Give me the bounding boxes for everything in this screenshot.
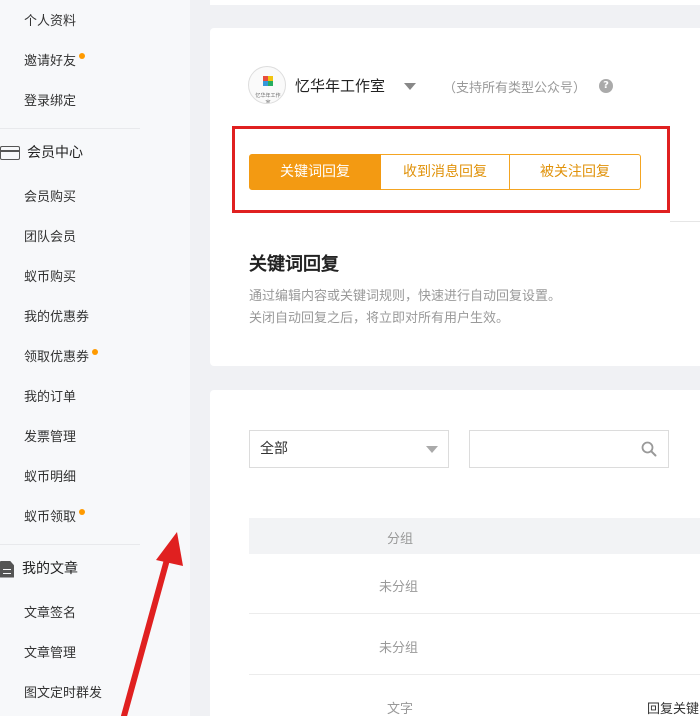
sidebar-item-my-orders[interactable]: 我的订单 <box>24 388 76 408</box>
sidebar-item-coin-claim[interactable]: 蚁币领取 <box>24 508 86 528</box>
sidebar-item-coin-purchase[interactable]: 蚁币购买 <box>24 268 76 288</box>
keyword-rules-panel: 全部 分组 未分组 未分组 文字 回复关键 <box>210 390 700 716</box>
search-input[interactable] <box>469 430 669 468</box>
sidebar-item-claim-coupons[interactable]: 领取优惠券 <box>24 348 99 368</box>
help-icon[interactable]: ? <box>599 79 613 93</box>
account-name[interactable]: 忆华年工作室 <box>295 75 385 96</box>
document-icon <box>0 560 14 578</box>
tab-message-reply[interactable]: 收到消息回复 <box>381 154 510 190</box>
sidebar-item-profile[interactable]: 个人资料 <box>24 12 76 32</box>
sidebar-item-invite-friends[interactable]: 邀请好友 <box>24 52 86 72</box>
sidebar-item-article-management[interactable]: 文章管理 <box>24 644 76 664</box>
top-panel-edge <box>210 0 700 5</box>
sidebar-divider <box>0 544 140 545</box>
notification-dot <box>79 509 86 515</box>
search-icon[interactable] <box>641 441 657 457</box>
cell-group: 未分组 <box>379 580 419 595</box>
card-icon <box>0 146 20 160</box>
tab-keyword-reply[interactable]: 关键词回复 <box>249 154 381 190</box>
cell-group: 未分组 <box>379 641 419 656</box>
table-row[interactable]: 文字 回复关键 <box>249 676 700 716</box>
sidebar: 个人资料 邀请好友 登录绑定 会员中心 会员购买 团队会员 蚁币购买 我的优惠券… <box>0 0 190 716</box>
table-row[interactable]: 未分组 <box>249 554 700 614</box>
sidebar-item-scheduled-broadcast[interactable]: 图文定时群发 <box>24 684 102 704</box>
account-avatar[interactable]: 忆华年工作室 <box>248 66 286 104</box>
tab-follow-reply[interactable]: 被关注回复 <box>510 154 641 190</box>
sidebar-item-my-coupons[interactable]: 我的优惠券 <box>24 308 89 328</box>
sidebar-section-my-articles[interactable]: 我的文章 <box>0 558 78 580</box>
section-description-line1: 通过编辑内容或关键词规则，快速进行自动回复设置。 <box>249 289 562 304</box>
sidebar-item-member-purchase[interactable]: 会员购买 <box>24 188 76 208</box>
reply-type-tabs: 关键词回复 收到消息回复 被关注回复 <box>249 154 641 190</box>
section-description-line2: 关闭自动回复之后，将立即对所有用户生效。 <box>249 311 510 326</box>
sidebar-item-coin-details[interactable]: 蚁币明细 <box>24 468 76 488</box>
sidebar-section-member-center[interactable]: 会员中心 <box>0 142 83 164</box>
chevron-down-icon[interactable] <box>404 83 416 90</box>
auto-reply-settings-panel: 忆华年工作室 忆华年工作室 （支持所有类型公众号） ? 关键词回复 收到消息回复… <box>210 28 700 366</box>
logo-text: 忆华年工作室 <box>255 93 281 104</box>
sidebar-item-invoice-management[interactable]: 发票管理 <box>24 428 76 448</box>
group-select[interactable]: 全部 <box>249 430 449 468</box>
cell-content: 回复关键 <box>647 702 700 716</box>
chevron-down-icon <box>426 446 438 453</box>
account-support-hint: （支持所有类型公众号） <box>443 81 587 96</box>
logo-tile <box>268 81 273 86</box>
sidebar-item-article-signature[interactable]: 文章签名 <box>24 604 76 624</box>
sidebar-item-team-member[interactable]: 团队会员 <box>24 228 76 248</box>
column-header-group: 分组 <box>387 532 414 547</box>
section-title: 关键词回复 <box>249 254 339 275</box>
notification-dot <box>92 349 99 355</box>
table-header: 分组 <box>249 518 700 554</box>
sidebar-item-login-binding[interactable]: 登录绑定 <box>24 92 76 112</box>
sidebar-divider <box>0 128 140 129</box>
divider <box>670 221 700 222</box>
group-select-value: 全部 <box>260 441 288 457</box>
notification-dot <box>79 53 86 59</box>
cell-group: 文字 <box>387 702 414 716</box>
table-row[interactable]: 未分组 <box>249 615 700 675</box>
